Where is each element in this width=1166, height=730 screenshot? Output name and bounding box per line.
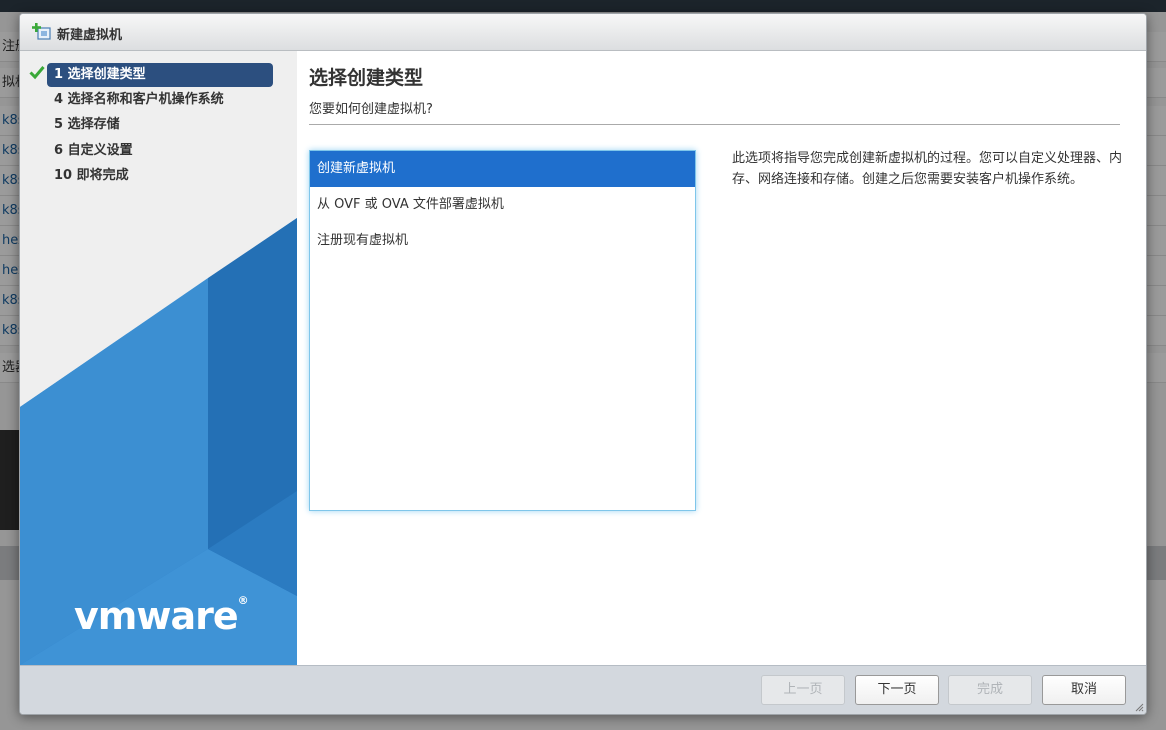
wizard-step-storage[interactable]: 5 选择存储 xyxy=(47,113,273,137)
new-vm-icon xyxy=(32,23,51,40)
previous-button[interactable]: 上一页 xyxy=(761,675,845,705)
wizard-step-ready[interactable]: 10 即将完成 xyxy=(47,164,273,188)
wizard-step-customize[interactable]: 6 自定义设置 xyxy=(47,139,273,163)
divider xyxy=(309,124,1120,125)
dialog-titlebar[interactable]: 新建虚拟机 xyxy=(20,14,1146,51)
dialog-title: 新建虚拟机 xyxy=(57,28,123,43)
vmware-logo-registered: ® xyxy=(237,594,249,607)
resize-grip-icon[interactable] xyxy=(1134,702,1144,712)
option-register-existing-vm[interactable]: 注册现有虚拟机 xyxy=(310,223,695,259)
option-deploy-ovf-ova[interactable]: 从 OVF 或 OVA 文件部署虚拟机 xyxy=(310,187,695,223)
wizard-step-select-type[interactable]: 1 选择创建类型 xyxy=(47,63,273,87)
option-create-new-vm[interactable]: 创建新虚拟机 xyxy=(310,151,695,187)
next-button[interactable]: 下一页 xyxy=(855,675,939,705)
creation-type-list[interactable]: 创建新虚拟机 从 OVF 或 OVA 文件部署虚拟机 注册现有虚拟机 xyxy=(309,150,696,511)
vmware-logo-text: vmware xyxy=(74,594,239,638)
step-complete-check-icon xyxy=(29,66,45,80)
page-title: 选择创建类型 xyxy=(309,67,424,89)
page-subtitle: 您要如何创建虚拟机? xyxy=(309,102,433,117)
cancel-button[interactable]: 取消 xyxy=(1042,675,1126,705)
dialog-footer: 上一页 下一页 完成 取消 xyxy=(20,665,1146,714)
wizard-content: 选择创建类型 您要如何创建虚拟机? 创建新虚拟机 从 OVF 或 OVA 文件部… xyxy=(297,51,1146,665)
wizard-step-name-os[interactable]: 4 选择名称和客户机操作系统 xyxy=(47,88,273,112)
wizard-nav: 1 选择创建类型 4 选择名称和客户机操作系统 5 选择存储 6 自定义设置 1… xyxy=(20,51,297,665)
finish-button[interactable]: 完成 xyxy=(948,675,1032,705)
option-description: 此选项将指导您完成创建新虚拟机的过程。您可以自定义处理器、内存、网络连接和存储。… xyxy=(732,151,1123,187)
new-vm-dialog: 新建虚拟机 1 选择创建类型 4 选择名称和客户机操作系统 5 选择存储 6 自… xyxy=(19,13,1147,715)
vmware-logo: vmware® xyxy=(74,594,249,638)
